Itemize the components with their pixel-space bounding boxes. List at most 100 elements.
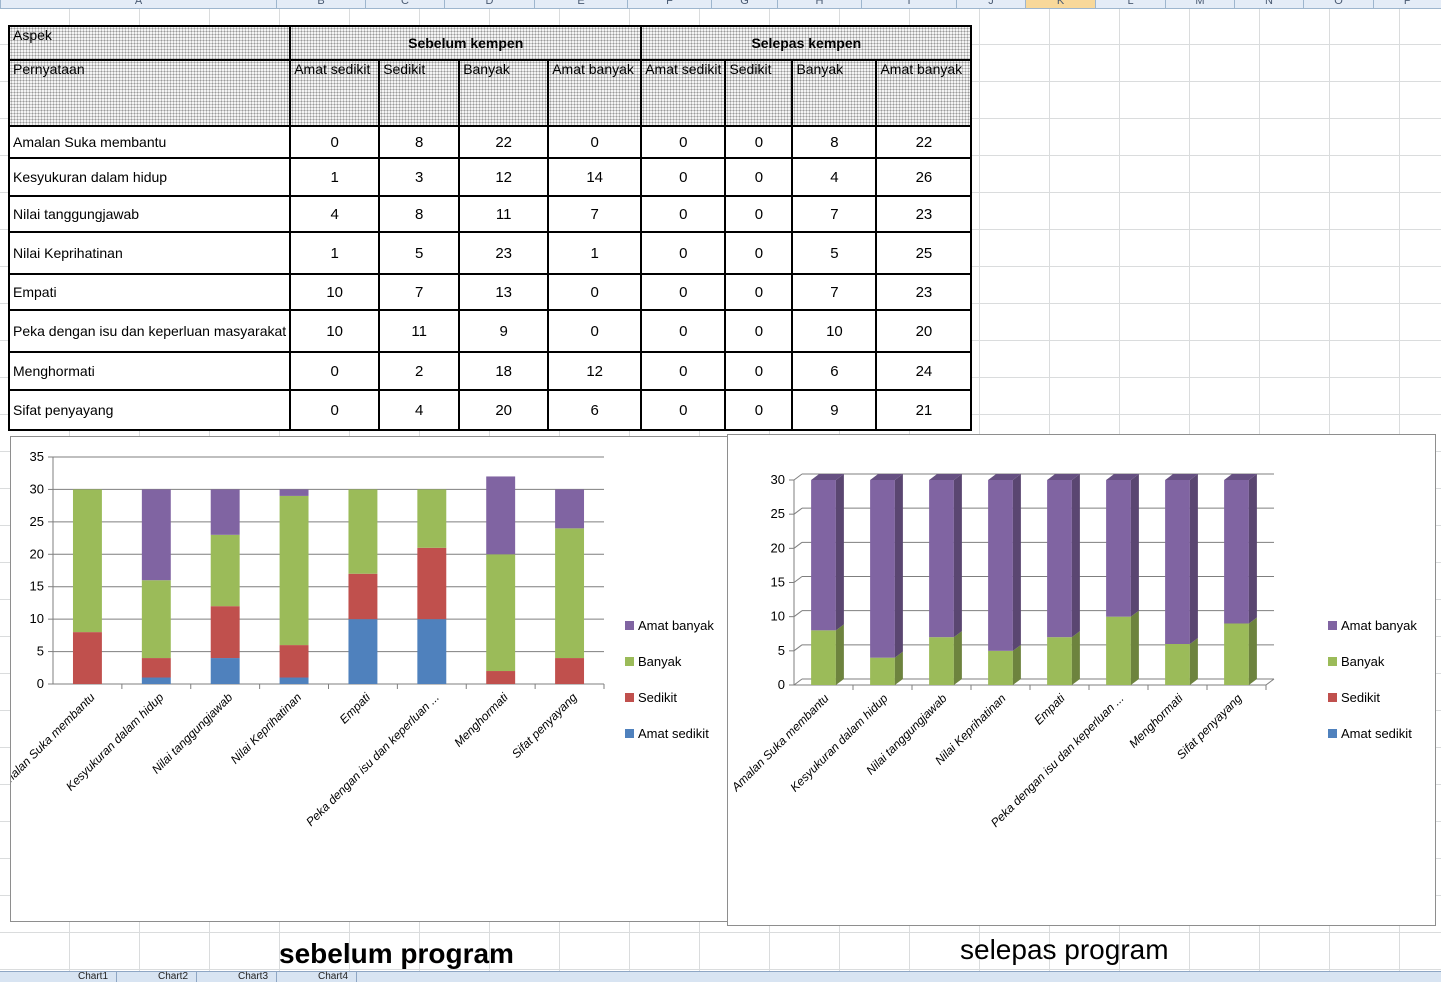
table-cell[interactable]: 0 (724, 195, 794, 233)
row-label[interactable]: Sifat penyayang (7, 389, 292, 431)
before-campaign-header[interactable]: Sebelum kempen (289, 25, 643, 61)
table-cell[interactable]: 14 (547, 157, 643, 197)
table-cell[interactable]: 18 (458, 351, 550, 391)
column-header[interactable]: N (1234, 0, 1303, 8)
row-label[interactable]: Peka dengan isu dan keperluan masyarakat (7, 309, 292, 353)
row-label[interactable]: Menghormati (7, 351, 292, 391)
row-label[interactable]: Empati (7, 273, 292, 311)
chart-before[interactable]: 0 5 10 15 20 25 30 35 Amalan Suka membantu Kesyuk… (10, 436, 730, 922)
level-header[interactable]: Banyak (791, 59, 878, 127)
table-cell[interactable]: 1 (289, 231, 381, 275)
level-header[interactable]: Amat sedikit (640, 59, 727, 127)
table-cell[interactable]: 6 (791, 351, 878, 391)
table-cell[interactable]: 0 (289, 125, 381, 159)
table-cell[interactable]: 25 (875, 231, 973, 275)
table-cell[interactable]: 0 (724, 273, 794, 311)
table-cell[interactable]: 12 (458, 157, 550, 197)
table-cell[interactable]: 7 (378, 273, 461, 311)
table-cell[interactable]: 4 (289, 195, 381, 233)
table-cell[interactable]: 0 (640, 351, 727, 391)
column-header[interactable]: D (444, 0, 534, 8)
table-cell[interactable]: 4 (378, 389, 461, 431)
column-header[interactable]: P (1373, 0, 1441, 8)
level-header[interactable]: Sedikit (724, 59, 794, 127)
table-cell[interactable]: 4 (791, 157, 878, 197)
table-cell[interactable]: 0 (724, 389, 794, 431)
column-header[interactable]: F (627, 0, 711, 8)
column-header[interactable]: A (0, 0, 276, 8)
table-cell[interactable]: 20 (458, 389, 550, 431)
table-cell[interactable]: 23 (458, 231, 550, 275)
table-cell[interactable]: 5 (378, 231, 461, 275)
table-cell[interactable]: 0 (640, 125, 727, 159)
table-cell[interactable]: 0 (289, 389, 381, 431)
table-cell[interactable]: 3 (378, 157, 461, 197)
row-label[interactable]: Amalan Suka membantu (7, 125, 292, 159)
table-cell[interactable]: 22 (875, 125, 973, 159)
table-cell[interactable]: 1 (289, 157, 381, 197)
level-header[interactable]: Amat banyak (547, 59, 643, 127)
row-label[interactable]: Nilai Keprihatinan (7, 231, 292, 275)
table-cell[interactable]: 7 (791, 273, 878, 311)
table-cell[interactable]: 13 (458, 273, 550, 311)
statement-header[interactable]: Pernyataan (7, 59, 292, 127)
level-header[interactable]: Amat sedikit (289, 59, 381, 127)
table-cell[interactable]: 6 (547, 389, 643, 431)
table-cell[interactable]: 0 (640, 231, 727, 275)
table-cell[interactable]: 7 (791, 195, 878, 233)
table-cell[interactable]: 22 (458, 125, 550, 159)
table-cell[interactable]: 0 (640, 309, 727, 353)
table-cell[interactable]: 7 (547, 195, 643, 233)
table-cell[interactable]: 9 (458, 309, 550, 353)
column-header[interactable]: I (861, 0, 956, 8)
table-cell[interactable]: 21 (875, 389, 973, 431)
table-cell[interactable]: 0 (640, 157, 727, 197)
table-cell[interactable]: 0 (547, 309, 643, 353)
table-cell[interactable]: 0 (724, 125, 794, 159)
column-header[interactable]: O (1303, 0, 1373, 8)
column-header[interactable]: C (365, 0, 444, 8)
level-header[interactable]: Sedikit (378, 59, 461, 127)
table-cell[interactable]: 0 (289, 351, 381, 391)
table-cell[interactable]: 5 (791, 231, 878, 275)
table-cell[interactable]: 0 (547, 125, 643, 159)
level-header[interactable]: Amat banyak (875, 59, 973, 127)
row-label[interactable]: Nilai tanggungjawab (7, 195, 292, 233)
column-header[interactable]: G (711, 0, 777, 8)
table-cell[interactable]: 12 (547, 351, 643, 391)
table-cell[interactable]: 8 (378, 125, 461, 159)
table-cell[interactable]: 8 (378, 195, 461, 233)
column-header[interactable]: B (276, 0, 365, 8)
level-header[interactable]: Banyak (458, 59, 550, 127)
table-cell[interactable]: 0 (547, 273, 643, 311)
column-header[interactable]: L (1095, 0, 1165, 8)
column-header[interactable]: M (1165, 0, 1234, 8)
column-header[interactable]: J (956, 0, 1025, 8)
table-cell[interactable]: 0 (724, 309, 794, 353)
column-header[interactable]: H (777, 0, 861, 8)
table-cell[interactable]: 10 (289, 273, 381, 311)
table-cell[interactable]: 0 (640, 389, 727, 431)
table-cell[interactable]: 20 (875, 309, 973, 353)
table-cell[interactable]: 1 (547, 231, 643, 275)
table-cell[interactable]: 0 (724, 231, 794, 275)
table-cell[interactable]: 0 (724, 351, 794, 391)
table-cell[interactable]: 9 (791, 389, 878, 431)
after-campaign-header[interactable]: Selepas kempen (640, 25, 973, 61)
table-cell[interactable]: 24 (875, 351, 973, 391)
table-cell[interactable]: 23 (875, 273, 973, 311)
column-header[interactable]: K (1025, 0, 1095, 8)
table-cell[interactable]: 26 (875, 157, 973, 197)
aspect-header[interactable]: Aspek (7, 25, 292, 61)
table-cell[interactable]: 10 (791, 309, 878, 353)
table-cell[interactable]: 23 (875, 195, 973, 233)
table-cell[interactable]: 0 (640, 273, 727, 311)
table-cell[interactable]: 10 (289, 309, 381, 353)
chart-after[interactable]: 0 5 10 15 20 25 30 Amalan Suka membantu Kesyukur… (727, 434, 1436, 926)
table-cell[interactable]: 0 (724, 157, 794, 197)
table-cell[interactable]: 2 (378, 351, 461, 391)
row-label[interactable]: Kesyukuran dalam hidup (7, 157, 292, 197)
column-header[interactable]: E (534, 0, 627, 8)
table-cell[interactable]: 11 (378, 309, 461, 353)
table-cell[interactable]: 11 (458, 195, 550, 233)
